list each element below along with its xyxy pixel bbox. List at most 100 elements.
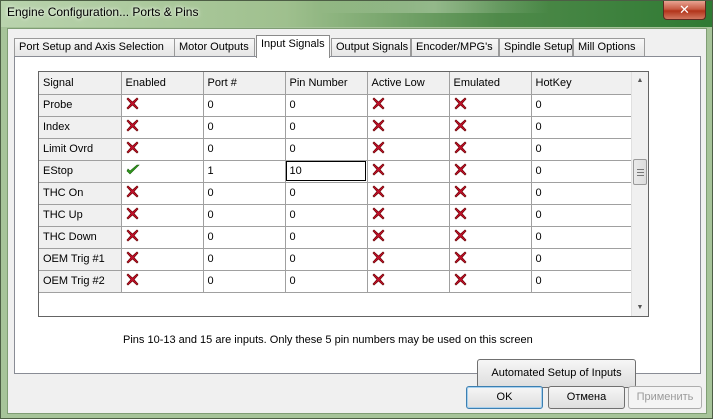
active-low-cell[interactable] bbox=[367, 138, 450, 161]
emulated-cell[interactable] bbox=[449, 116, 532, 139]
hotkey-cell[interactable]: 0 bbox=[531, 226, 633, 249]
active-low-cell[interactable] bbox=[367, 248, 450, 271]
active-low-cell[interactable] bbox=[367, 94, 450, 117]
ok-button[interactable]: OK bbox=[466, 386, 543, 409]
signal-name-cell[interactable]: THC On bbox=[39, 182, 122, 205]
enabled-cell[interactable] bbox=[121, 94, 204, 117]
apply-button[interactable]: Применить bbox=[628, 386, 702, 409]
emulated-cell[interactable] bbox=[449, 204, 532, 227]
active-low-cell[interactable] bbox=[367, 226, 450, 249]
port-cell[interactable]: 0 bbox=[203, 226, 286, 249]
emulated-cell[interactable] bbox=[449, 94, 532, 117]
red-x-icon[interactable] bbox=[126, 229, 139, 245]
red-x-icon[interactable] bbox=[454, 229, 467, 245]
red-x-icon[interactable] bbox=[372, 185, 385, 201]
red-x-icon[interactable] bbox=[126, 207, 139, 223]
enabled-cell[interactable] bbox=[121, 226, 204, 249]
hotkey-cell[interactable]: 0 bbox=[531, 116, 633, 139]
grid-vertical-scrollbar[interactable]: ▲ ▼ bbox=[631, 72, 648, 316]
column-header-active-low[interactable]: Active Low bbox=[367, 72, 450, 95]
column-header-port[interactable]: Port # bbox=[203, 72, 286, 95]
emulated-cell[interactable] bbox=[449, 248, 532, 271]
title-bar[interactable]: Engine Configuration... Ports & Pins ✕ bbox=[1, 1, 712, 27]
green-check-icon[interactable] bbox=[126, 164, 140, 179]
port-cell[interactable]: 1 bbox=[203, 160, 286, 183]
tab-input-signals[interactable]: Input Signals bbox=[256, 35, 330, 58]
column-header-emulated[interactable]: Emulated bbox=[449, 72, 532, 95]
enabled-cell[interactable] bbox=[121, 138, 204, 161]
red-x-icon[interactable] bbox=[126, 185, 139, 201]
red-x-icon[interactable] bbox=[454, 119, 467, 135]
signal-name-cell[interactable]: THC Down bbox=[39, 226, 122, 249]
pin-number-cell[interactable]: 0 bbox=[285, 270, 368, 293]
column-header-signal[interactable]: Signal bbox=[39, 72, 122, 95]
tab-spindle-setup[interactable]: Spindle Setup bbox=[499, 38, 573, 57]
pin-number-cell[interactable]: 0 bbox=[285, 138, 368, 161]
enabled-cell[interactable] bbox=[121, 182, 204, 205]
enabled-cell[interactable] bbox=[121, 160, 204, 183]
tab-motor-outputs[interactable]: Motor Outputs bbox=[174, 38, 255, 57]
close-button[interactable]: ✕ bbox=[663, 1, 706, 20]
pin-number-cell[interactable]: 0 bbox=[285, 204, 368, 227]
scroll-down-arrow-icon[interactable]: ▼ bbox=[632, 299, 648, 316]
red-x-icon[interactable] bbox=[454, 163, 467, 179]
active-low-cell[interactable] bbox=[367, 270, 450, 293]
port-cell[interactable]: 0 bbox=[203, 204, 286, 227]
hotkey-cell[interactable]: 0 bbox=[531, 270, 633, 293]
port-cell[interactable]: 0 bbox=[203, 270, 286, 293]
port-cell[interactable]: 0 bbox=[203, 248, 286, 271]
red-x-icon[interactable] bbox=[126, 273, 139, 289]
tab-port-setup[interactable]: Port Setup and Axis Selection bbox=[14, 38, 175, 57]
active-low-cell[interactable] bbox=[367, 204, 450, 227]
port-cell[interactable]: 0 bbox=[203, 94, 286, 117]
signal-name-cell[interactable]: EStop bbox=[39, 160, 122, 183]
pin-number-cell[interactable]: 0 bbox=[285, 182, 368, 205]
column-header-pin-number[interactable]: Pin Number bbox=[285, 72, 368, 95]
signal-name-cell[interactable]: OEM Trig #2 bbox=[39, 270, 122, 293]
signal-name-cell[interactable]: THC Up bbox=[39, 204, 122, 227]
port-cell[interactable]: 0 bbox=[203, 182, 286, 205]
column-header-enabled[interactable]: Enabled bbox=[121, 72, 204, 95]
pin-number-cell[interactable]: 0 bbox=[285, 116, 368, 139]
active-low-cell[interactable] bbox=[367, 160, 450, 183]
red-x-icon[interactable] bbox=[454, 207, 467, 223]
red-x-icon[interactable] bbox=[372, 251, 385, 267]
hotkey-cell[interactable]: 0 bbox=[531, 204, 633, 227]
emulated-cell[interactable] bbox=[449, 182, 532, 205]
emulated-cell[interactable] bbox=[449, 226, 532, 249]
enabled-cell[interactable] bbox=[121, 204, 204, 227]
enabled-cell[interactable] bbox=[121, 116, 204, 139]
signal-name-cell[interactable]: Probe bbox=[39, 94, 122, 117]
enabled-cell[interactable] bbox=[121, 270, 204, 293]
enabled-cell[interactable] bbox=[121, 248, 204, 271]
red-x-icon[interactable] bbox=[372, 119, 385, 135]
red-x-icon[interactable] bbox=[372, 141, 385, 157]
red-x-icon[interactable] bbox=[126, 97, 139, 113]
hotkey-cell[interactable]: 0 bbox=[531, 160, 633, 183]
pin-number-cell[interactable]: 10 bbox=[285, 160, 368, 183]
signal-name-cell[interactable]: Limit Ovrd bbox=[39, 138, 122, 161]
port-cell[interactable]: 0 bbox=[203, 116, 286, 139]
automated-setup-button[interactable]: Automated Setup of Inputs bbox=[477, 359, 636, 388]
red-x-icon[interactable] bbox=[454, 141, 467, 157]
red-x-icon[interactable] bbox=[372, 229, 385, 245]
emulated-cell[interactable] bbox=[449, 270, 532, 293]
pin-number-cell[interactable]: 0 bbox=[285, 94, 368, 117]
emulated-cell[interactable] bbox=[449, 138, 532, 161]
red-x-icon[interactable] bbox=[372, 207, 385, 223]
column-header-hotkey[interactable]: HotKey bbox=[531, 72, 633, 95]
hotkey-cell[interactable]: 0 bbox=[531, 248, 633, 271]
pin-number-cell[interactable]: 0 bbox=[285, 248, 368, 271]
red-x-icon[interactable] bbox=[126, 141, 139, 157]
signal-name-cell[interactable]: OEM Trig #1 bbox=[39, 248, 122, 271]
red-x-icon[interactable] bbox=[126, 119, 139, 135]
hotkey-cell[interactable]: 0 bbox=[531, 94, 633, 117]
tab-output-signals[interactable]: Output Signals bbox=[331, 38, 411, 57]
port-cell[interactable]: 0 bbox=[203, 138, 286, 161]
red-x-icon[interactable] bbox=[454, 273, 467, 289]
cancel-button[interactable]: Отмена bbox=[548, 386, 625, 409]
tab-mill-options[interactable]: Mill Options bbox=[573, 38, 645, 57]
red-x-icon[interactable] bbox=[126, 251, 139, 267]
tab-encoder-mpg[interactable]: Encoder/MPG's bbox=[411, 38, 499, 57]
pin-number-cell[interactable]: 0 bbox=[285, 226, 368, 249]
